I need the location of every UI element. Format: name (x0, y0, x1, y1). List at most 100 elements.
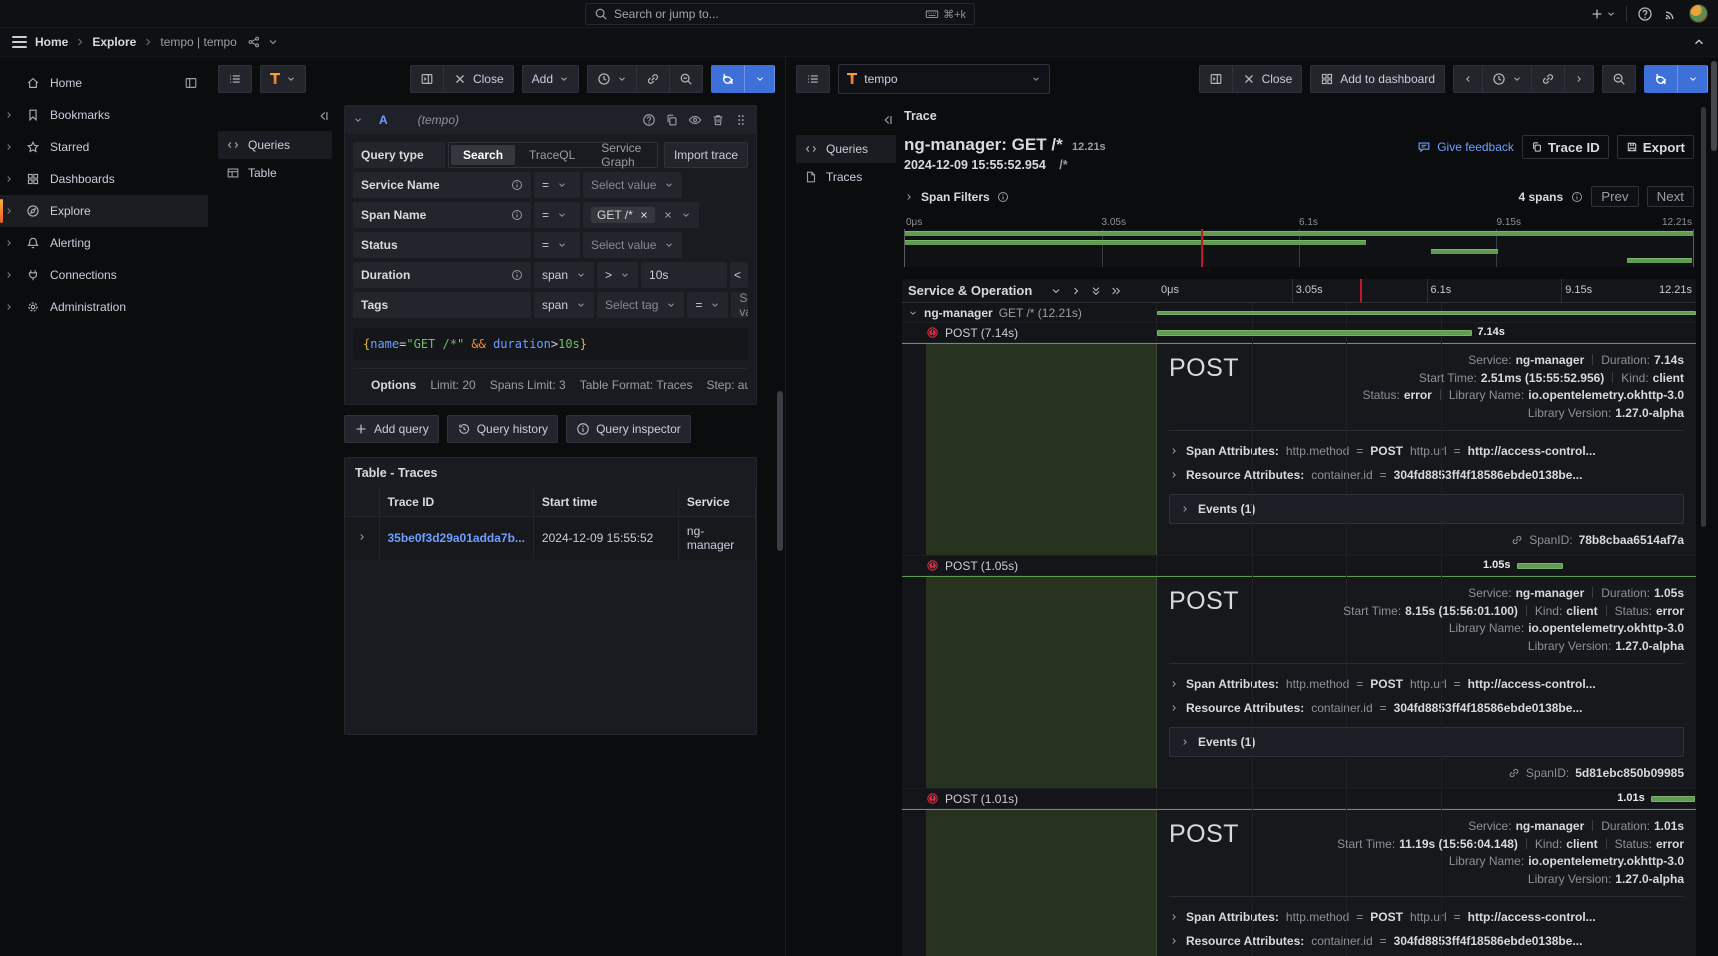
give-feedback-link[interactable]: Give feedback (1417, 140, 1514, 154)
time-back-button[interactable] (1453, 65, 1482, 93)
hide-response-icon[interactable] (688, 113, 702, 127)
tags-scope-select[interactable]: span (534, 292, 594, 318)
copy-link-button-right[interactable] (1531, 65, 1564, 93)
time-picker-button-left[interactable] (587, 65, 636, 93)
expand-one-icon[interactable] (1070, 285, 1082, 297)
sidebar-item-dashboards[interactable]: Dashboards (0, 163, 208, 195)
trace-id-button[interactable]: Trace ID (1522, 135, 1609, 159)
tags-value-select[interactable]: Select va (731, 292, 748, 318)
collapse-nav-button[interactable] (796, 109, 896, 135)
add-button[interactable]: Add (522, 65, 579, 93)
drag-handle-icon[interactable] (734, 113, 748, 127)
sidebar-item-administration[interactable]: Administration (0, 291, 208, 323)
tab-traceql[interactable]: TraceQL (517, 145, 587, 165)
tags-key-select[interactable]: Select tag (597, 292, 684, 318)
span-name-chip[interactable]: GET /* (591, 207, 655, 223)
events-row[interactable]: Events (1) (1169, 727, 1684, 757)
run-query-button-left[interactable] (711, 65, 745, 93)
collapse-nav-button[interactable] (218, 105, 332, 131)
column-start-time[interactable]: Start time (533, 488, 678, 517)
run-query-interval-button-right[interactable] (1678, 65, 1708, 93)
row-expander[interactable] (345, 517, 379, 560)
prev-span-button[interactable]: Prev (1591, 186, 1638, 207)
remove-query-icon[interactable] (711, 113, 725, 127)
run-query-interval-button-left[interactable] (745, 65, 775, 93)
duration-operator-2[interactable]: < (730, 262, 748, 288)
query-rows-button[interactable] (796, 65, 830, 93)
chevron-up-icon[interactable] (1692, 35, 1706, 49)
status-operator[interactable]: = (534, 232, 580, 258)
query-inspector-button[interactable]: Query inspector (566, 415, 691, 443)
expand-all-icon[interactable] (1110, 285, 1122, 297)
trace-panel-scrollbar[interactable] (1701, 107, 1706, 527)
tags-operator[interactable]: = (687, 292, 728, 318)
news-icon[interactable] (1663, 6, 1679, 22)
span-attributes-row[interactable]: Span Attributes: http.method=POST http.u… (1169, 439, 1684, 463)
split-pane-button[interactable] (410, 65, 443, 93)
span-name-value[interactable]: GET /* (583, 202, 699, 228)
next-span-button[interactable]: Next (1647, 186, 1694, 207)
remove-chip-icon[interactable] (639, 210, 649, 220)
chevron-down-icon[interactable] (908, 308, 918, 318)
trace-minimap[interactable]: 0μs 3.05s 6.1s 9.15s 12.21s (904, 217, 1694, 267)
global-search[interactable]: Search or jump to... ⌘+k (585, 3, 975, 25)
duration-operator[interactable]: > (597, 262, 638, 288)
status-value[interactable]: Select value (583, 232, 682, 258)
query-history-button[interactable]: Query history (447, 415, 558, 443)
breadcrumb-home[interactable]: Home (35, 35, 68, 49)
span-selection-block[interactable] (926, 344, 1157, 555)
datasource-picker-left[interactable]: T (260, 65, 306, 93)
run-query-button-right[interactable] (1644, 65, 1678, 93)
query-options-row[interactable]: Options Limit: 20 Spans Limit: 3 Table F… (353, 368, 748, 394)
span-bar[interactable] (1517, 563, 1563, 569)
column-service[interactable]: Service (678, 488, 755, 517)
trace-id-link[interactable]: 35be0f3d29a01adda7b... (388, 531, 525, 545)
events-row[interactable]: Events (1) (1169, 494, 1684, 524)
link-icon[interactable] (1508, 767, 1520, 779)
span-row-post-1[interactable]: POST (7.14s) 7.14s (902, 323, 1696, 343)
zoom-out-button-right[interactable] (1602, 65, 1636, 93)
sidebar-item-home[interactable]: Home (0, 67, 208, 99)
query-rows-button[interactable] (218, 65, 252, 93)
collapse-one-icon[interactable] (1050, 285, 1062, 297)
span-name-operator[interactable]: = (534, 202, 580, 228)
left-pane-scrollbar[interactable] (777, 391, 783, 551)
column-trace-id[interactable]: Trace ID (379, 488, 533, 517)
span-bar[interactable] (1157, 311, 1696, 315)
tab-search[interactable]: Search (451, 145, 515, 165)
add-query-button[interactable]: Add query (344, 415, 439, 443)
grafana-logo[interactable] (10, 4, 30, 24)
tab-service-graph[interactable]: Service Graph (589, 138, 655, 172)
span-attributes-row[interactable]: Span Attributes: http.method=POST http.u… (1169, 672, 1684, 696)
add-to-dashboard-button[interactable]: Add to dashboard (1310, 65, 1445, 93)
sidebar-item-connections[interactable]: Connections (0, 259, 208, 291)
resource-attributes-row[interactable]: Resource Attributes: container.id=304fd8… (1169, 696, 1684, 720)
query-editor-header[interactable]: A (tempo) (345, 106, 756, 134)
collapse-all-icon[interactable] (1090, 285, 1102, 297)
span-row-post-2[interactable]: POST (1.05s) 1.05s (902, 556, 1696, 576)
sidebar-item-bookmarks[interactable]: Bookmarks (0, 99, 208, 131)
service-name-operator[interactable]: = (534, 172, 580, 198)
duplicate-query-icon[interactable] (665, 113, 679, 127)
sidebar-item-alerting[interactable]: Alerting (0, 227, 208, 259)
window-scrollbar[interactable] (1711, 61, 1717, 151)
nav-item-table[interactable]: Table (218, 159, 332, 187)
sidebar-item-explore[interactable]: Explore (0, 195, 208, 227)
import-trace-button[interactable]: Import trace (664, 142, 748, 168)
export-button[interactable]: Export (1617, 135, 1694, 159)
help-icon[interactable] (642, 113, 656, 127)
chevron-right-icon[interactable] (904, 192, 914, 202)
service-name-value[interactable]: Select value (583, 172, 682, 198)
resource-attributes-row[interactable]: Resource Attributes: container.id=304fd8… (1169, 929, 1684, 953)
nav-item-queries[interactable]: Queries (796, 135, 896, 163)
span-selection-block[interactable] (926, 810, 1157, 956)
span-row-root[interactable]: ng-manager GET /* (12.21s) (902, 303, 1696, 323)
span-bar[interactable] (1157, 330, 1472, 336)
dock-sidebar-icon[interactable] (184, 76, 198, 90)
new-menu-button[interactable] (1590, 7, 1616, 21)
span-row-post-3[interactable]: POST (1.01s) 1.01s (902, 789, 1696, 809)
nav-item-queries[interactable]: Queries (218, 131, 332, 159)
duration-value-input[interactable]: 10s (641, 262, 727, 288)
time-forward-button[interactable] (1564, 65, 1594, 93)
close-pane-button-left[interactable]: Close (443, 65, 514, 93)
